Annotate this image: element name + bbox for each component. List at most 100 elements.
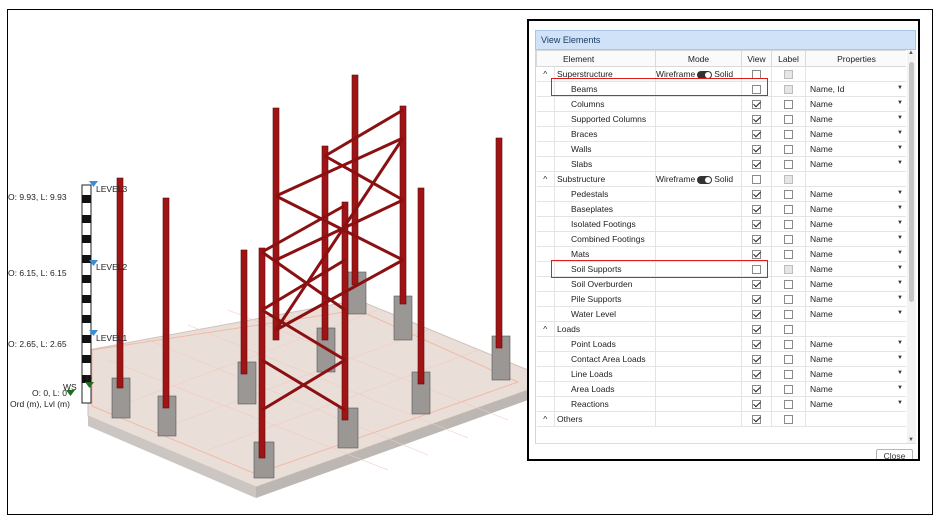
dropdown-arrow-icon[interactable]: ▼	[897, 190, 903, 196]
element-row[interactable]: Baseplates Name ▼	[536, 201, 906, 217]
model-scene[interactable]	[8, 10, 528, 515]
view-checkbox[interactable]	[752, 70, 761, 80]
group-row[interactable]: ^ Others	[536, 411, 906, 427]
dropdown-arrow-icon[interactable]: ▼	[897, 370, 903, 376]
element-row[interactable]: Walls Name ▼	[536, 141, 906, 157]
label-checkbox[interactable]	[784, 355, 793, 365]
element-row[interactable]: Mats Name ▼	[536, 246, 906, 262]
element-row[interactable]: Pile Supports Name ▼	[536, 291, 906, 307]
element-row[interactable]: Beams Name, Id ▼	[536, 81, 906, 97]
column-header-properties[interactable]: Properties	[805, 50, 906, 67]
view-checkbox[interactable]	[752, 415, 761, 425]
dropdown-arrow-icon[interactable]: ▼	[897, 145, 903, 151]
column-header-view[interactable]: View	[741, 50, 772, 67]
label-checkbox[interactable]	[784, 115, 793, 125]
dropdown-arrow-icon[interactable]: ▼	[897, 280, 903, 286]
properties-cell[interactable]: Name ▼	[805, 96, 906, 112]
label-checkbox[interactable]	[784, 85, 793, 95]
column-header-mode[interactable]: Mode	[655, 50, 742, 67]
properties-cell[interactable]: Name ▼	[805, 216, 906, 232]
view-elements-dialog[interactable]: View Elements Element Mode View Label Pr…	[527, 19, 920, 461]
view-checkbox[interactable]	[752, 235, 761, 245]
properties-cell[interactable]: Name ▼	[805, 261, 906, 277]
view-checkbox[interactable]	[752, 85, 761, 95]
dropdown-arrow-icon[interactable]: ▼	[897, 160, 903, 166]
properties-cell[interactable]: Name ▼	[805, 381, 906, 397]
view-checkbox[interactable]	[752, 145, 761, 155]
properties-cell[interactable]: Name ▼	[805, 156, 906, 172]
view-checkbox[interactable]	[752, 400, 761, 410]
properties-cell[interactable]: Name ▼	[805, 276, 906, 292]
view-checkbox[interactable]	[752, 205, 761, 215]
collapse-chevron-icon[interactable]: ^	[536, 171, 555, 187]
view-checkbox[interactable]	[752, 175, 761, 185]
view-checkbox[interactable]	[752, 325, 761, 335]
label-checkbox[interactable]	[784, 340, 793, 350]
label-checkbox[interactable]	[784, 205, 793, 215]
properties-cell[interactable]: Name ▼	[805, 186, 906, 202]
column-header-element[interactable]: Element	[536, 50, 656, 67]
properties-cell[interactable]: Name ▼	[805, 351, 906, 367]
view-checkbox[interactable]	[752, 220, 761, 230]
label-checkbox[interactable]	[784, 370, 793, 380]
element-row[interactable]: Slabs Name ▼	[536, 156, 906, 172]
label-checkbox[interactable]	[784, 385, 793, 395]
element-row[interactable]: Braces Name ▼	[536, 126, 906, 142]
label-checkbox[interactable]	[784, 265, 793, 275]
collapse-chevron-icon[interactable]: ^	[536, 66, 555, 82]
view-checkbox[interactable]	[752, 385, 761, 395]
properties-cell[interactable]: Name ▼	[805, 141, 906, 157]
group-row[interactable]: ^ Superstructure Wireframe Solid	[536, 66, 906, 82]
properties-cell[interactable]: Name, Id ▼	[805, 81, 906, 97]
element-row[interactable]: Point Loads Name ▼	[536, 336, 906, 352]
mode-toggle[interactable]	[697, 175, 713, 184]
dropdown-arrow-icon[interactable]: ▼	[897, 310, 903, 316]
properties-cell[interactable]: Name ▼	[805, 111, 906, 127]
group-row[interactable]: ^ Substructure Wireframe Solid	[536, 171, 906, 187]
dropdown-arrow-icon[interactable]: ▼	[897, 85, 903, 91]
view-checkbox[interactable]	[752, 160, 761, 170]
element-row[interactable]: Soil Supports Name ▼	[536, 261, 906, 277]
mode-toggle[interactable]	[697, 70, 713, 79]
dropdown-arrow-icon[interactable]: ▼	[897, 115, 903, 121]
properties-cell[interactable]: Name ▼	[805, 201, 906, 217]
view-checkbox[interactable]	[752, 355, 761, 365]
dropdown-arrow-icon[interactable]: ▼	[897, 205, 903, 211]
dropdown-arrow-icon[interactable]: ▼	[897, 265, 903, 271]
view-checkbox[interactable]	[752, 265, 761, 275]
element-row[interactable]: Water Level Name ▼	[536, 306, 906, 322]
close-button[interactable]: Close	[876, 449, 913, 459]
view-checkbox[interactable]	[752, 190, 761, 200]
element-row[interactable]: Combined Footings Name ▼	[536, 231, 906, 247]
view-checkbox[interactable]	[752, 340, 761, 350]
scroll-thumb[interactable]	[909, 62, 914, 302]
label-checkbox[interactable]	[784, 325, 793, 335]
scroll-up-icon[interactable]: ▲	[908, 50, 914, 56]
dropdown-arrow-icon[interactable]: ▼	[897, 235, 903, 241]
view-checkbox[interactable]	[752, 250, 761, 260]
view-checkbox[interactable]	[752, 370, 761, 380]
view-checkbox[interactable]	[752, 130, 761, 140]
label-checkbox[interactable]	[784, 295, 793, 305]
elements-grid[interactable]: Element Mode View Label Properties ^ Supe…	[535, 50, 906, 443]
dropdown-arrow-icon[interactable]: ▼	[897, 355, 903, 361]
properties-cell[interactable]: Name ▼	[805, 336, 906, 352]
collapse-chevron-icon[interactable]: ^	[536, 321, 555, 337]
dropdown-arrow-icon[interactable]: ▼	[897, 130, 903, 136]
label-checkbox[interactable]	[784, 130, 793, 140]
label-checkbox[interactable]	[784, 280, 793, 290]
dropdown-arrow-icon[interactable]: ▼	[897, 220, 903, 226]
dropdown-arrow-icon[interactable]: ▼	[897, 385, 903, 391]
label-checkbox[interactable]	[784, 100, 793, 110]
properties-cell[interactable]: Name ▼	[805, 231, 906, 247]
properties-cell[interactable]: Name ▼	[805, 126, 906, 142]
label-checkbox[interactable]	[784, 400, 793, 410]
view-checkbox[interactable]	[752, 310, 761, 320]
collapse-chevron-icon[interactable]: ^	[536, 411, 555, 427]
label-checkbox[interactable]	[784, 250, 793, 260]
label-checkbox[interactable]	[784, 220, 793, 230]
element-row[interactable]: Contact Area Loads Name ▼	[536, 351, 906, 367]
element-row[interactable]: Columns Name ▼	[536, 96, 906, 112]
element-row[interactable]: Reactions Name ▼	[536, 396, 906, 412]
group-row[interactable]: ^ Loads	[536, 321, 906, 337]
